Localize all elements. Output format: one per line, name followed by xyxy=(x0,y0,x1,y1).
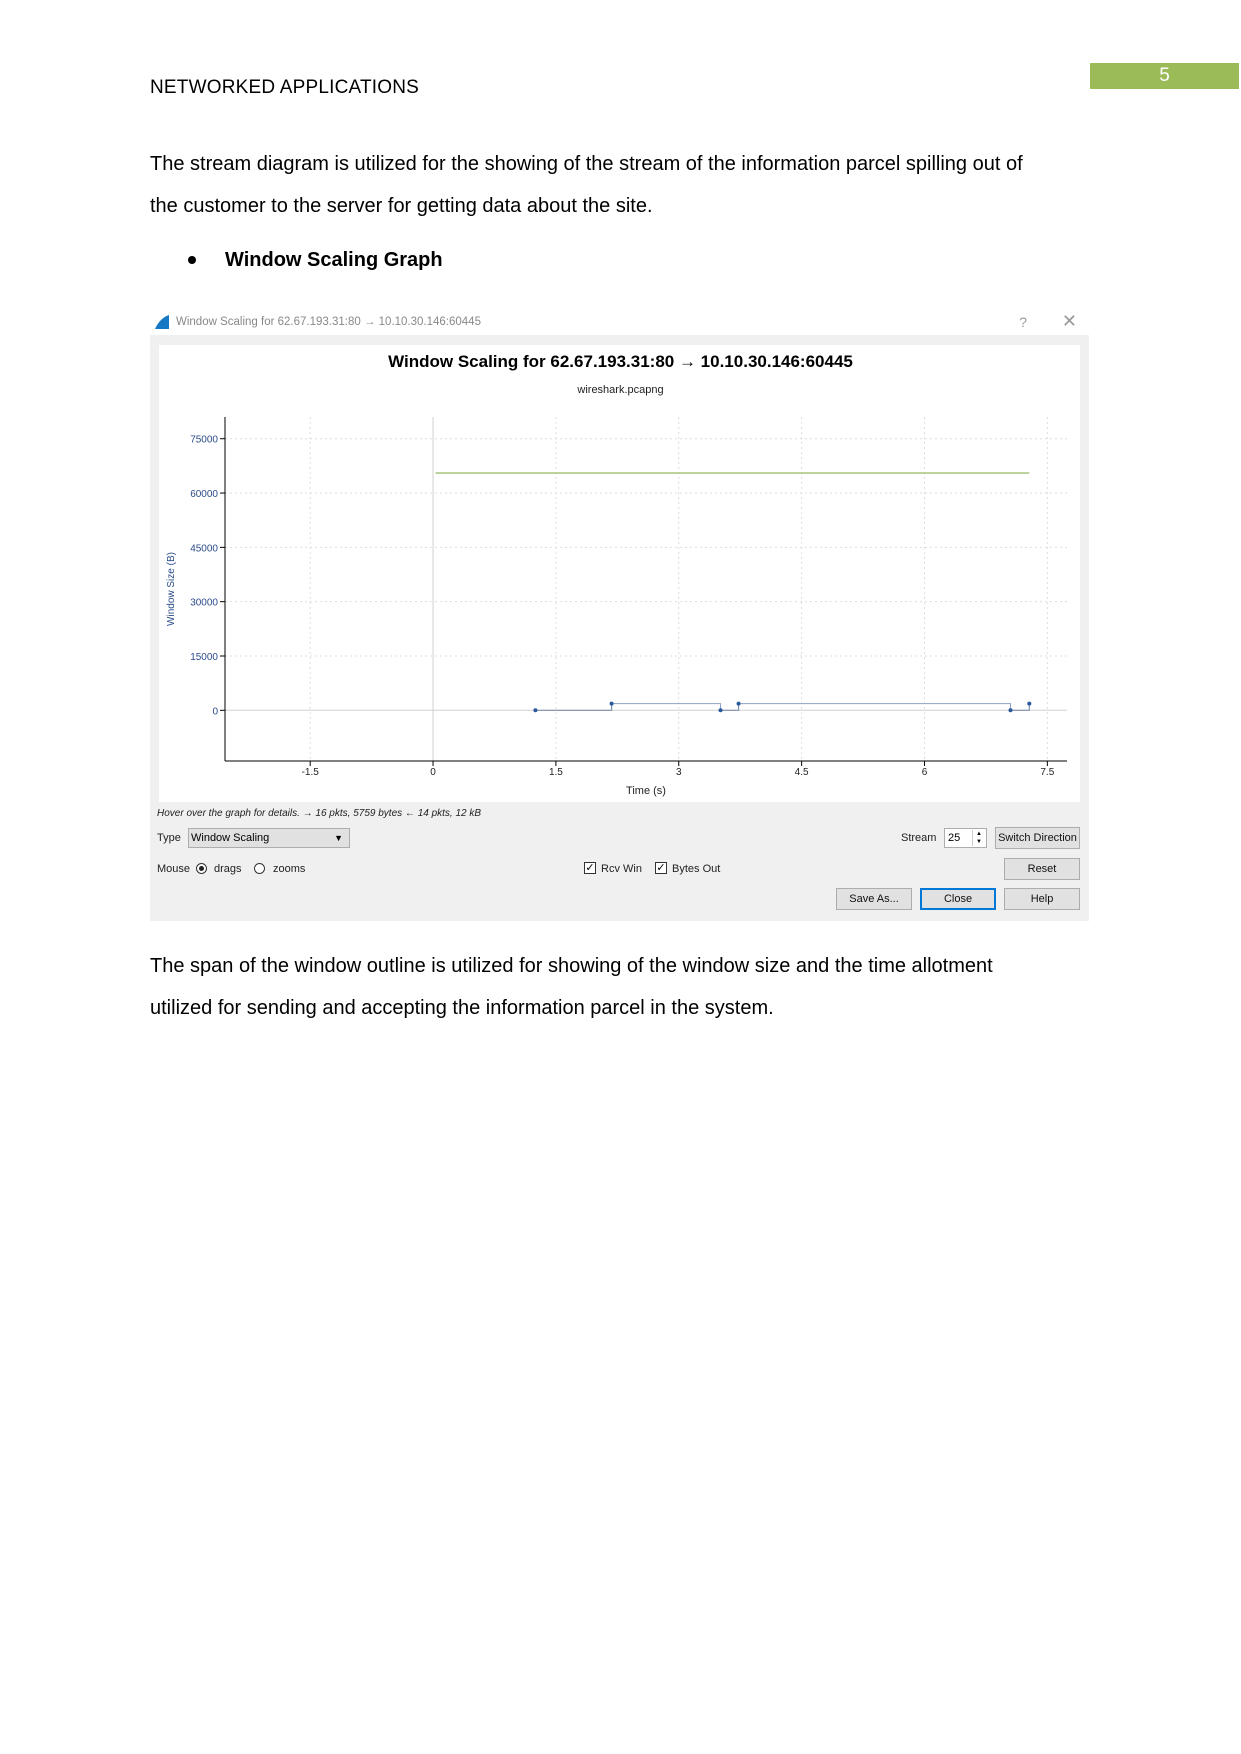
help-button[interactable]: Help xyxy=(1004,888,1080,910)
save-as-button[interactable]: Save As... xyxy=(836,888,912,910)
paragraph-conclusion: The span of the window outline is utiliz… xyxy=(150,945,1090,1029)
type-select[interactable]: Window Scaling ▼ xyxy=(188,828,350,848)
paragraph-line: utilized for sending and accepting the i… xyxy=(150,997,774,1019)
type-label: Type xyxy=(157,832,181,844)
stream-spinbox[interactable]: 25 ▲ ▼ xyxy=(944,828,987,848)
x-tick-label: 4.5 xyxy=(795,767,809,778)
radio-zooms-label[interactable]: zooms xyxy=(273,863,305,875)
y-tick-label: 30000 xyxy=(190,598,218,609)
radio-drags-label[interactable]: drags xyxy=(214,863,242,875)
x-tick-label: 0 xyxy=(430,767,436,778)
radio-zooms[interactable] xyxy=(254,863,265,874)
x-tick-label: 3 xyxy=(676,767,682,778)
checkbox-bytes-out[interactable]: ✓ xyxy=(655,862,667,874)
y-tick-label: 75000 xyxy=(190,435,218,446)
bytes-out-segment xyxy=(720,703,740,711)
bytes-out-point xyxy=(736,701,741,706)
reset-button[interactable]: Reset xyxy=(1004,858,1080,880)
x-tick-label: 6 xyxy=(922,767,928,778)
bytes-out-segment xyxy=(738,703,1011,711)
close-button[interactable]: Close xyxy=(920,888,996,910)
bytes-out-segment xyxy=(1010,703,1030,711)
bytes-out-point xyxy=(1008,708,1013,713)
type-select-value: Window Scaling xyxy=(191,832,270,844)
y-tick-label: 45000 xyxy=(190,543,218,554)
y-tick-label: 60000 xyxy=(190,489,218,500)
y-axis-label: Window Size (B) xyxy=(166,552,177,626)
chevron-down-icon: ▼ xyxy=(334,833,343,843)
y-tick-label: 15000 xyxy=(190,652,218,663)
window-scaling-chart[interactable]: -1.5 0 1.5 3 4.5 6 7.5 0 15000 30000 45000 60000 750… xyxy=(0,0,1241,820)
x-tick-label: -1.5 xyxy=(302,767,320,778)
rcv-win-label[interactable]: Rcv Win xyxy=(601,863,642,875)
switch-direction-button[interactable]: Switch Direction xyxy=(995,827,1080,849)
y-tick-label: 0 xyxy=(212,706,218,717)
x-tick-label: 1.5 xyxy=(549,767,563,778)
radio-drags[interactable] xyxy=(196,863,207,874)
hover-hint: Hover over the graph for details. → 16 p… xyxy=(157,808,482,819)
bytes-out-point xyxy=(718,708,723,713)
mouse-label: Mouse xyxy=(157,863,191,875)
x-tick-label: 7.5 xyxy=(1040,767,1054,778)
bytes-out-segment xyxy=(535,703,613,711)
stream-label: Stream xyxy=(901,832,937,844)
bytes-out-label[interactable]: Bytes Out xyxy=(672,863,720,875)
bytes-out-segment xyxy=(611,703,722,711)
paragraph-line: The span of the window outline is utiliz… xyxy=(150,955,993,977)
stream-value: 25 xyxy=(948,832,961,844)
spin-arrows-icon[interactable]: ▲ ▼ xyxy=(972,830,985,846)
bytes-out-point xyxy=(1027,701,1032,706)
bytes-out-point xyxy=(609,701,614,706)
checkbox-rcv-win[interactable]: ✓ xyxy=(584,862,596,874)
x-axis-label: Time (s) xyxy=(626,785,666,797)
bytes-out-point xyxy=(533,708,538,713)
